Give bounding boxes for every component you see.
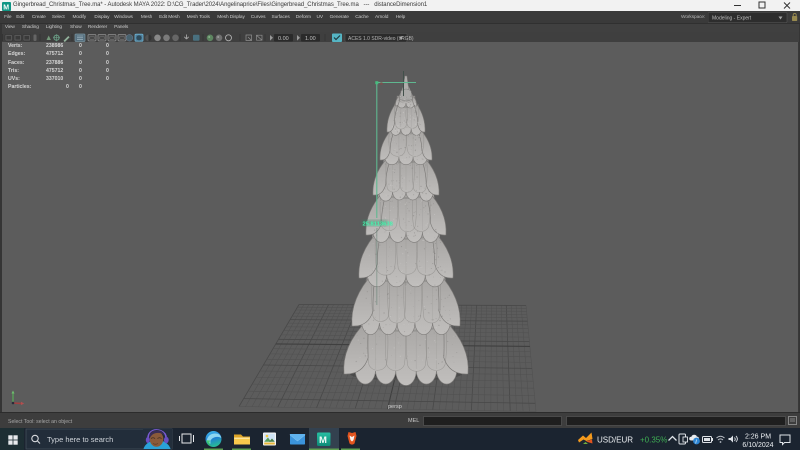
svg-text:+0.35%: +0.35%: [640, 436, 667, 445]
svg-text:0.00: 0.00: [278, 36, 289, 42]
svg-text:M: M: [319, 435, 327, 446]
svg-text:2:26 PM: 2:26 PM: [745, 434, 771, 441]
svg-text:Type here to search: Type here to search: [47, 435, 113, 444]
svg-text:M: M: [3, 4, 9, 11]
svg-text:USD/EUR: USD/EUR: [597, 436, 633, 445]
svg-text:Modeling - Expert: Modeling - Expert: [712, 15, 752, 21]
svg-text:1.00: 1.00: [305, 36, 316, 42]
svg-text:25.8113638: 25.8113638: [363, 222, 394, 228]
svg-text:ACES 1.0 SDR-video (sRGB): ACES 1.0 SDR-video (sRGB): [348, 36, 414, 42]
svg-text:6/10/2024: 6/10/2024: [742, 442, 773, 449]
